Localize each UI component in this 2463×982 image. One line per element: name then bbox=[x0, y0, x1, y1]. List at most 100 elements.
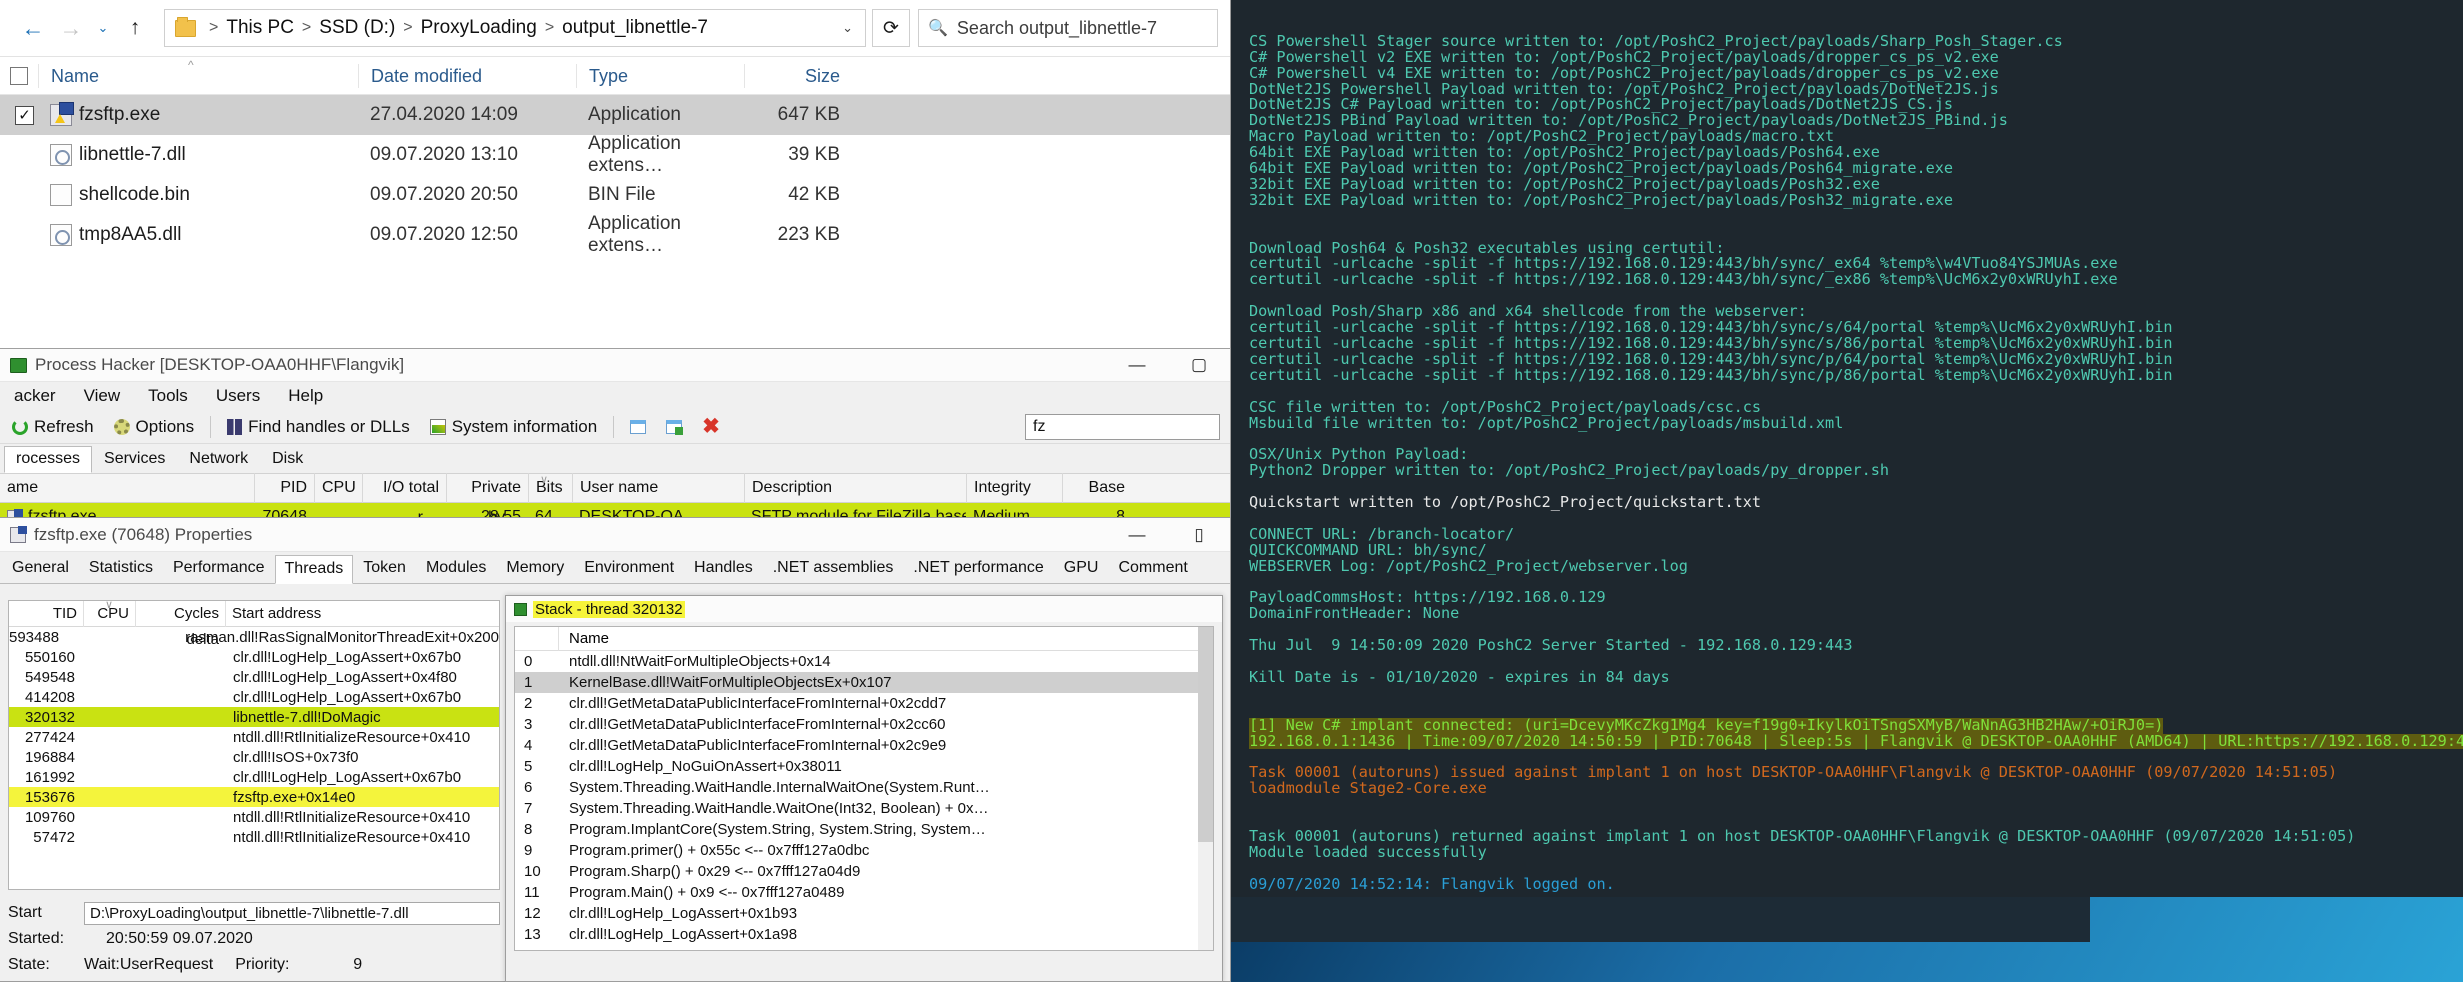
tab-disk[interactable]: Disk bbox=[260, 446, 315, 473]
stack-scrollbar-thumb[interactable] bbox=[1198, 627, 1213, 842]
column-header-size[interactable]: Size bbox=[744, 63, 854, 88]
select-all-checkbox[interactable] bbox=[0, 66, 38, 85]
stack-frame-row[interactable]: 4 clr.dll!GetMetaDataPublicInterfaceFromI… bbox=[515, 735, 1213, 756]
maximize-button[interactable]: ▢ bbox=[1168, 349, 1230, 382]
system-information-button[interactable]: System information bbox=[420, 417, 608, 437]
forward-icon[interactable]: → bbox=[52, 9, 90, 47]
stack-frame-row[interactable]: 5 clr.dll!LogHelp_NoGuiOnAssert+0x38011 bbox=[515, 756, 1213, 777]
column-header-cpu[interactable]: CPU bbox=[314, 473, 362, 503]
up-icon[interactable]: ↑ bbox=[116, 9, 154, 47]
start-value-field[interactable]: D:\ProxyLoading\output_libnettle-7\libne… bbox=[84, 901, 500, 925]
column-header-type[interactable]: Type bbox=[576, 63, 744, 88]
thread-row[interactable]: 109760 ntdll.dll!RtlInitializeResource+0x… bbox=[9, 807, 499, 827]
column-header-tid[interactable]: TID bbox=[9, 601, 83, 627]
breadcrumb-item-3[interactable]: output_libnettle-7 bbox=[559, 17, 711, 39]
address-bar[interactable]: > This PC > SSD (D:) > ProxyLoading > ou… bbox=[164, 9, 866, 47]
thread-row[interactable]: 320132 libnettle-7.dll!DoMagic bbox=[9, 707, 499, 727]
stack-frame-row[interactable]: 11 Program.Main() + 0x9 <-- 0x7fff127a048… bbox=[515, 882, 1213, 903]
tab-net-assemblies[interactable]: .NET assemblies bbox=[763, 554, 904, 583]
breadcrumb-item-1[interactable]: SSD (D:) bbox=[316, 17, 398, 39]
tab-network[interactable]: Network bbox=[177, 446, 260, 473]
stack-frame-row[interactable]: 1 KernelBase.dll!WaitForMultipleObjectsEx… bbox=[515, 672, 1213, 693]
thread-row[interactable]: 161992 clr.dll!LogHelp_LogAssert+0x67b0 bbox=[9, 767, 499, 787]
minimize-button[interactable]: — bbox=[1106, 349, 1168, 382]
column-header-user-name[interactable]: User name bbox=[572, 473, 744, 503]
stack-frame-row[interactable]: 13 clr.dll!LogHelp_LogAssert+0x1a98 bbox=[515, 924, 1213, 945]
column-header-name[interactable]: ame bbox=[0, 473, 254, 503]
stack-frame-row[interactable]: 9 Program.primer() + 0x55c <-- 0x7fff127a… bbox=[515, 840, 1213, 861]
thread-row[interactable]: 153676 fzsftp.exe+0x14e0 bbox=[9, 787, 499, 807]
close-button[interactable]: ▯ bbox=[1168, 518, 1230, 551]
column-header-bits[interactable]: Bits bbox=[528, 473, 572, 503]
table-row[interactable]: shellcode.bin 09.07.2020 20:50 BIN File … bbox=[0, 175, 1230, 215]
tab-general[interactable]: General bbox=[2, 554, 79, 583]
stack-frame-row[interactable]: 7 System.Threading.WaitHandle.WaitOne(Int… bbox=[515, 798, 1213, 819]
refresh-icon[interactable]: ⟳ bbox=[872, 9, 910, 47]
tab-processes[interactable]: rocesses bbox=[4, 446, 93, 473]
thread-row[interactable]: 549548 clr.dll!LogHelp_LogAssert+0x4f80 bbox=[9, 667, 499, 687]
thread-row[interactable]: 593488 rasman.dll!RasSignalMonitorThreadE… bbox=[9, 627, 499, 647]
tab-performance[interactable]: Performance bbox=[163, 554, 275, 583]
table-row[interactable]: ✓ fzsftp.exe 27.04.2020 14:09 Applicatio… bbox=[0, 95, 1230, 135]
recent-locations-icon[interactable]: ⌄ bbox=[90, 9, 116, 47]
stack-frame-row[interactable]: 6 System.Threading.WaitHandle.InternalWai… bbox=[515, 777, 1213, 798]
chevron-down-icon[interactable]: ⌄ bbox=[836, 20, 859, 36]
column-header-date[interactable]: Date modified bbox=[358, 63, 576, 88]
stack-frame-row[interactable]: 8 Program.ImplantCore(System.String, Syst… bbox=[515, 819, 1213, 840]
column-header-private-bytes[interactable]: Private by… bbox=[446, 473, 528, 526]
column-header-name[interactable]: Name bbox=[559, 630, 609, 647]
stack-frame-row[interactable]: 0 ntdll.dll!NtWaitForMultipleObjects+0x14 bbox=[515, 651, 1213, 672]
window-list-button[interactable] bbox=[620, 419, 656, 434]
table-row[interactable]: tmp8AA5.dll 09.07.2020 12:50 Application… bbox=[0, 213, 1230, 256]
column-header-io[interactable]: I/O total r… bbox=[362, 473, 446, 526]
column-header-base[interactable]: Base … bbox=[1062, 473, 1132, 526]
tab-modules[interactable]: Modules bbox=[416, 554, 496, 583]
breadcrumb-item-2[interactable]: ProxyLoading bbox=[418, 17, 540, 39]
poshc2-terminal[interactable]: CS Powershell Stager source written to: … bbox=[1231, 0, 2463, 897]
column-header-integrity[interactable]: Integrity bbox=[966, 473, 1062, 503]
menu-item-hacker[interactable]: acker bbox=[0, 386, 70, 406]
back-icon[interactable]: ← bbox=[14, 9, 52, 47]
row-checkbox[interactable]: ✓ bbox=[0, 105, 38, 125]
tab-services[interactable]: Services bbox=[92, 446, 177, 473]
menu-item-tools[interactable]: Tools bbox=[134, 386, 202, 406]
menu-item-users[interactable]: Users bbox=[202, 386, 274, 406]
thread-row[interactable]: 414208 clr.dll!LogHelp_LogAssert+0x67b0 bbox=[9, 687, 499, 707]
menu-item-help[interactable]: Help bbox=[274, 386, 337, 406]
stack-frame-row[interactable]: 10 Program.Sharp() + 0x29 <-- 0x7fff127a0… bbox=[515, 861, 1213, 882]
search-input[interactable]: 🔍 Search output_libnettle-7 bbox=[918, 9, 1218, 47]
options-button[interactable]: Options bbox=[104, 417, 205, 437]
tab-handles[interactable]: Handles bbox=[684, 554, 763, 583]
terminal-line: Msbuild file written to: /opt/PoshC2_Pro… bbox=[1249, 415, 2463, 432]
terminate-button[interactable]: ✖ bbox=[692, 416, 730, 437]
tab-token[interactable]: Token bbox=[353, 554, 416, 583]
column-header-description[interactable]: Description bbox=[744, 473, 966, 503]
tab-gpu[interactable]: GPU bbox=[1054, 554, 1109, 583]
table-row[interactable]: libnettle-7.dll 09.07.2020 13:10 Applica… bbox=[0, 133, 1230, 176]
thread-row[interactable]: 277424 ntdll.dll!RtlInitializeResource+0x… bbox=[9, 727, 499, 747]
process-search-input[interactable]: fz bbox=[1025, 413, 1220, 440]
tab-net-performance[interactable]: .NET performance bbox=[903, 554, 1053, 583]
minimize-button[interactable]: — bbox=[1106, 518, 1168, 551]
column-header-name[interactable]: Name bbox=[38, 63, 358, 88]
thread-row[interactable]: 550160 clr.dll!LogHelp_LogAssert+0x67b0 bbox=[9, 647, 499, 667]
stack-frame-row[interactable]: 2 clr.dll!GetMetaDataPublicInterfaceFromI… bbox=[515, 693, 1213, 714]
find-handles-button[interactable]: Find handles or DLLs bbox=[217, 417, 420, 437]
window-new-button[interactable] bbox=[656, 419, 692, 435]
tab-comment[interactable]: Comment bbox=[1108, 554, 1197, 583]
breadcrumb-item-0[interactable]: This PC bbox=[223, 17, 297, 39]
column-header-pid[interactable]: PID bbox=[254, 473, 314, 503]
column-header-cycles-delta[interactable]: Cycles delta bbox=[135, 601, 225, 648]
column-header-start-address[interactable]: Start address bbox=[225, 601, 499, 627]
thread-row[interactable]: 196884 clr.dll!IsOS+0x73f0 bbox=[9, 747, 499, 767]
thread-tid: 57472 bbox=[33, 828, 75, 846]
stack-frame-row[interactable]: 12 clr.dll!LogHelp_LogAssert+0x1b93 bbox=[515, 903, 1213, 924]
tab-statistics[interactable]: Statistics bbox=[79, 554, 163, 583]
menu-item-view[interactable]: View bbox=[70, 386, 135, 406]
tab-threads[interactable]: Threads bbox=[274, 555, 354, 584]
stack-frame-row[interactable]: 3 clr.dll!GetMetaDataPublicInterfaceFromI… bbox=[515, 714, 1213, 735]
tab-memory[interactable]: Memory bbox=[496, 554, 574, 583]
tab-environment[interactable]: Environment bbox=[574, 554, 684, 583]
refresh-button[interactable]: Refresh bbox=[2, 417, 104, 437]
thread-row[interactable]: 57472 ntdll.dll!RtlInitializeResource+0x4… bbox=[9, 827, 499, 847]
